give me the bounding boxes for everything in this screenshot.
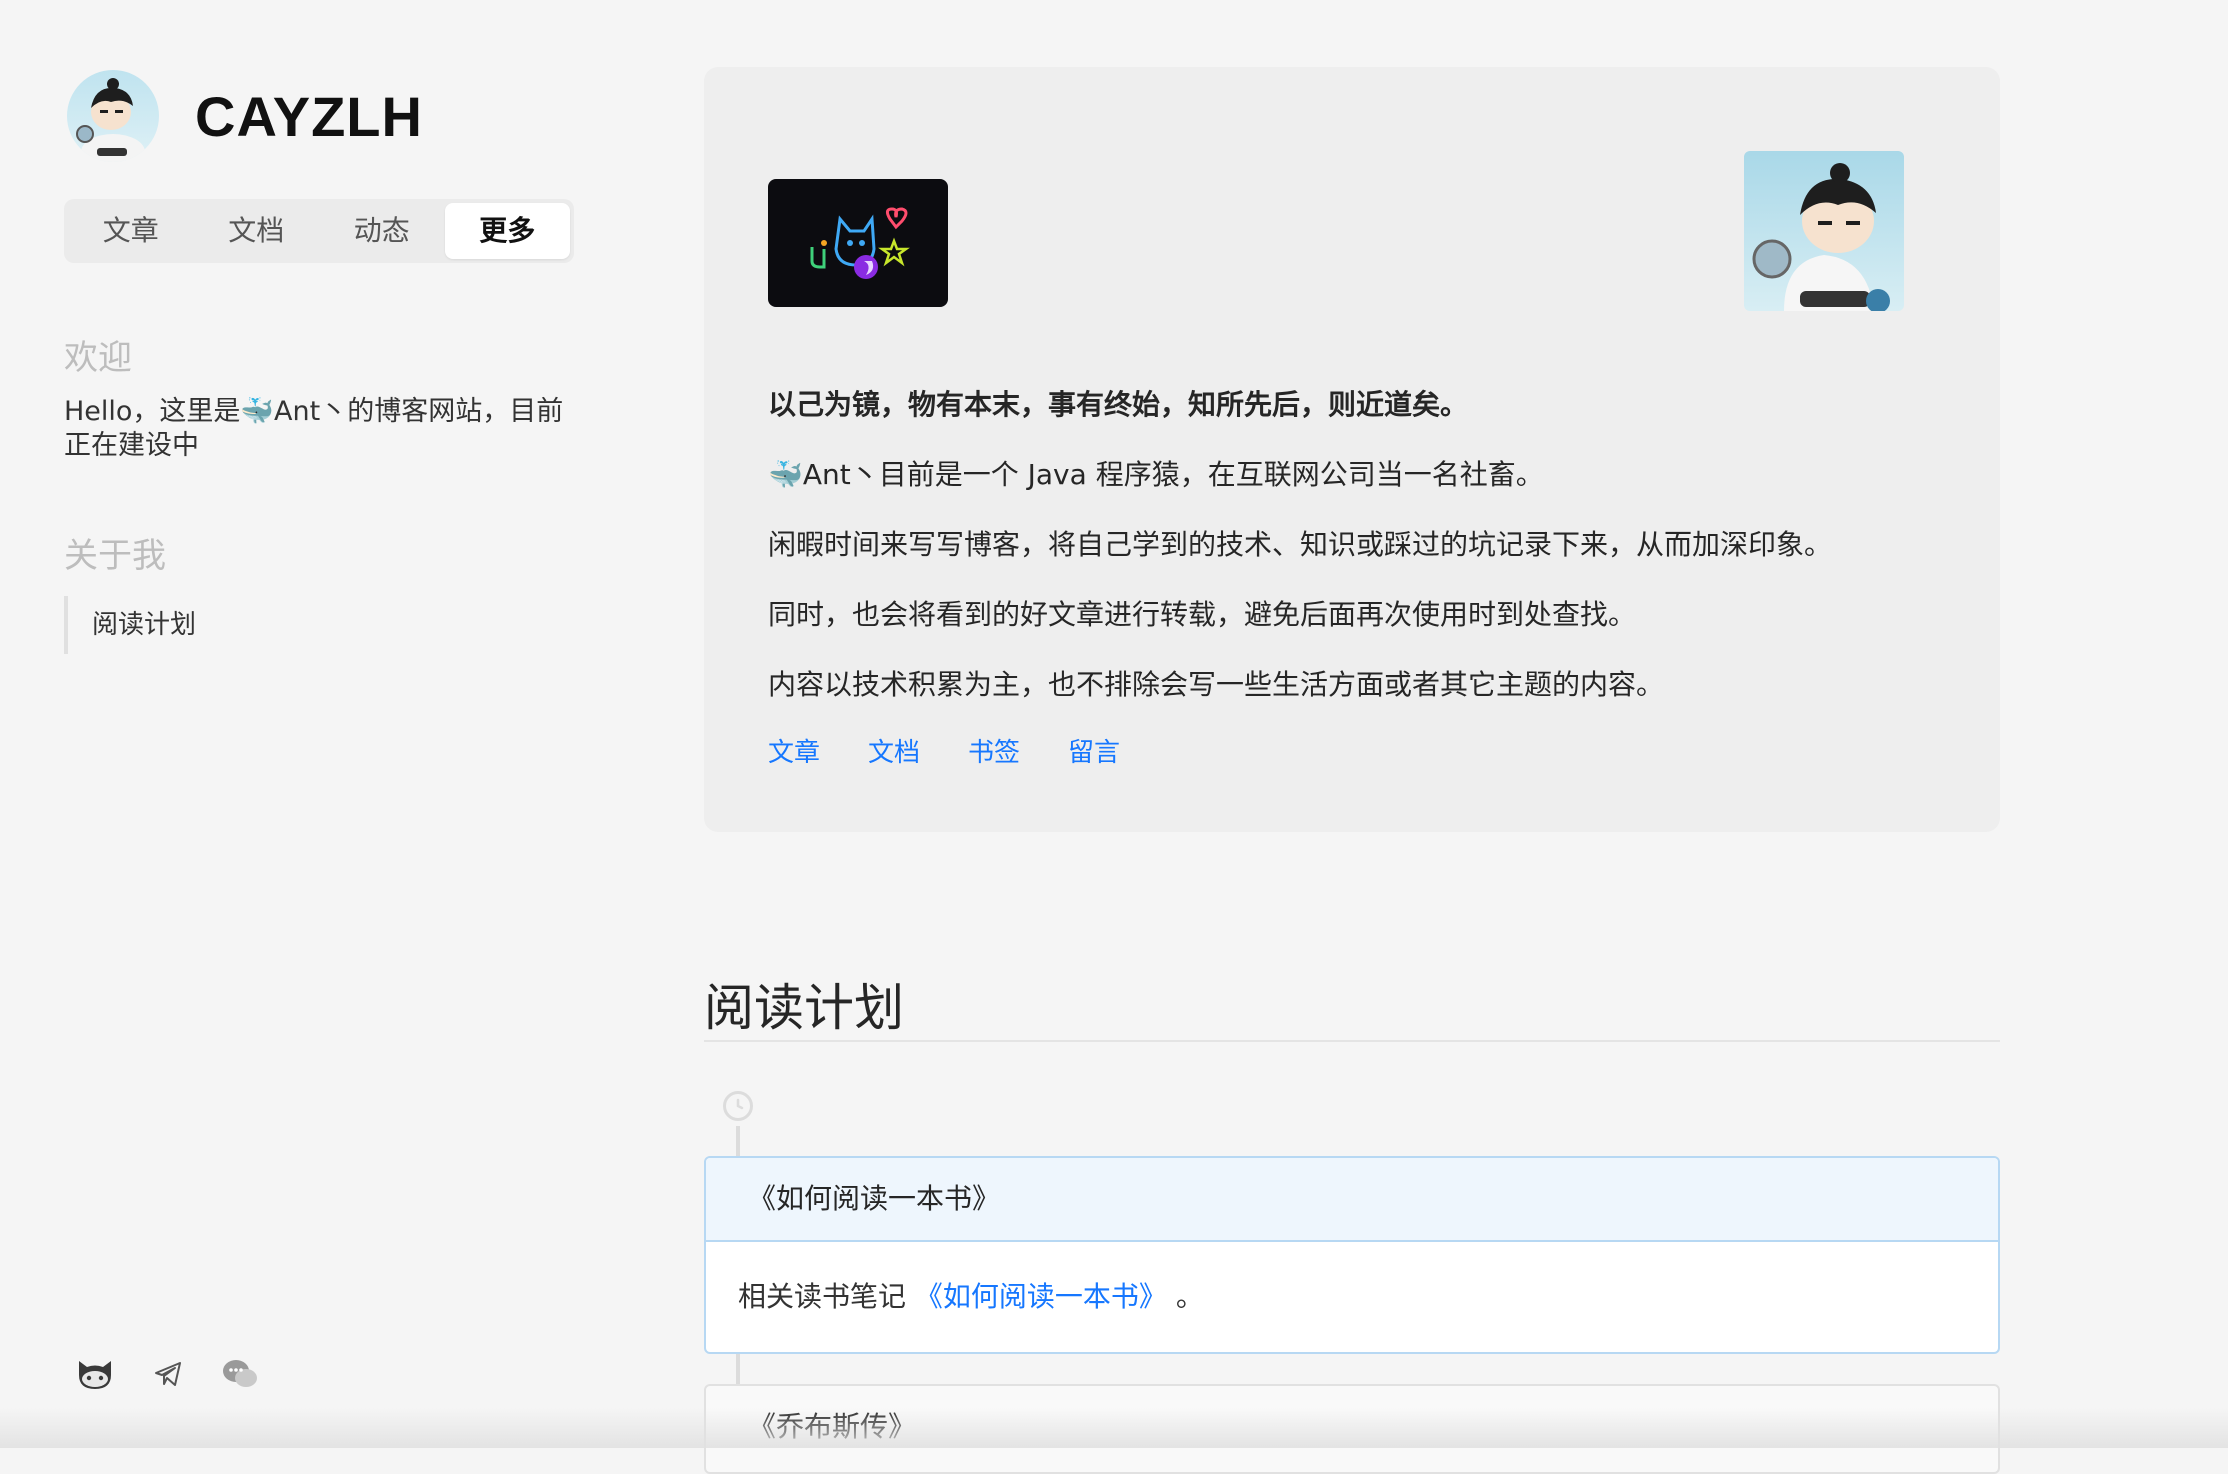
- avatar[interactable]: [67, 70, 159, 162]
- link-guestbook[interactable]: 留言: [1068, 732, 1120, 769]
- welcome-heading: 欢迎: [64, 338, 132, 378]
- book-title: 《如何阅读一本书》: [706, 1158, 1998, 1242]
- welcome-text: Hello，这里是🐳Ant丶的博客网站，目前正在建设中: [64, 396, 564, 461]
- about-heading: 关于我: [64, 536, 166, 576]
- intro-line-1: 🐳Ant丶目前是一个 Java 程序猿，在互联网公司当一名社畜。: [768, 458, 1544, 491]
- page-title: 阅读计划: [704, 979, 904, 1037]
- intro-links: 文章 文档 书签 留言: [768, 732, 1168, 769]
- book-card: 《如何阅读一本书》 相关读书笔记 《如何阅读一本书》 。: [704, 1156, 2000, 1354]
- intro-motto: 以己为镜，物有本末，事有终始，知所先后，则近道矣。: [768, 388, 1469, 421]
- tab-moments[interactable]: 动态: [319, 203, 445, 259]
- telegram-icon[interactable]: [146, 1352, 190, 1396]
- sidebar-item-reading-plan[interactable]: 阅读计划: [64, 596, 196, 654]
- intro-card: 以己为镜，物有本末，事有终始，知所先后，则近道矣。 🐳Ant丶目前是一个 Jav…: [704, 67, 2000, 832]
- title-divider: [704, 1040, 2000, 1042]
- link-articles[interactable]: 文章: [768, 732, 820, 769]
- brand[interactable]: CAYZLH: [67, 70, 423, 162]
- link-docs[interactable]: 文档: [868, 732, 920, 769]
- book-title: 《乔布斯传》: [748, 1410, 917, 1443]
- sidebar: CAYZLH 文章 文档 动态 更多 欢迎 Hello，这里是🐳Ant丶的博客网…: [0, 0, 640, 1448]
- book-notes: 相关读书笔记 《如何阅读一本书》 。: [706, 1242, 1998, 1352]
- tab-docs[interactable]: 文档: [194, 203, 320, 259]
- author-photo: [1744, 151, 1904, 311]
- book-notes-prefix: 相关读书笔记: [738, 1280, 907, 1313]
- book-notes-suffix: 。: [1175, 1280, 1204, 1313]
- intro-line-2: 闲暇时间来写写博客，将自己学到的技术、知识或踩过的坑记录下来，从而加深印象。: [768, 528, 1833, 561]
- intro-line-3: 同时，也会将看到的好文章进行转载，避免后面再次使用时到处查找。: [768, 598, 1637, 631]
- neon-cat-image: [768, 179, 948, 307]
- tab-more[interactable]: 更多: [444, 203, 570, 259]
- link-bookmarks[interactable]: 书签: [968, 732, 1020, 769]
- wechat-icon[interactable]: [218, 1352, 262, 1396]
- clock-icon: [723, 1091, 753, 1121]
- book-notes-link[interactable]: 《如何阅读一本书》: [915, 1280, 1167, 1313]
- site-name[interactable]: CAYZLH: [195, 84, 423, 149]
- book-card: 《乔布斯传》: [704, 1384, 2000, 1474]
- nav-tabs: 文章 文档 动态 更多: [64, 199, 574, 263]
- tab-articles[interactable]: 文章: [68, 203, 194, 259]
- avatar-illustration: [76, 78, 145, 162]
- intro-line-4: 内容以技术积累为主，也不排除会写一些生活方面或者其它主题的内容。: [768, 668, 1665, 701]
- github-icon[interactable]: [73, 1352, 117, 1396]
